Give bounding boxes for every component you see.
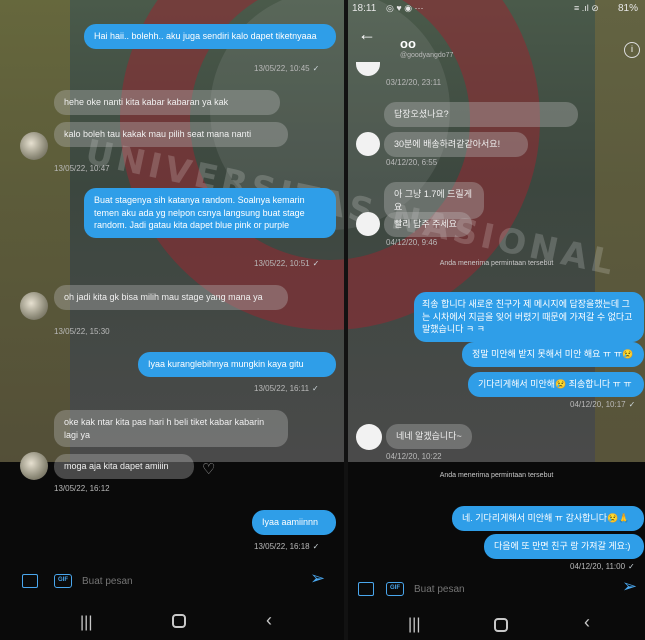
message-bubble[interactable]: hehe oke nanti kita kabar kabaran ya kak bbox=[54, 90, 280, 115]
read-check-icon: ✓ bbox=[312, 259, 320, 268]
message-text: oh jadi kita gk bisa milih mau stage yan… bbox=[64, 292, 263, 302]
message-text: moga aja kita dapet amiiin bbox=[64, 461, 169, 471]
back-icon[interactable]: ‹ bbox=[266, 610, 272, 631]
message-text: 30분에 배송하려같같아서요! bbox=[394, 139, 501, 149]
message-text: Buat stagenya sih katanya random. Soalny… bbox=[94, 195, 305, 231]
read-check-icon: ✓ bbox=[628, 400, 636, 409]
message-text: 다음에 또 만면 친구 랑 가져갈 게요:) bbox=[494, 541, 631, 551]
system-notice: Anda menerima permintaan tersebut bbox=[439, 472, 554, 479]
image-icon[interactable] bbox=[22, 574, 38, 588]
message-composer: GIF ➢ bbox=[348, 574, 645, 604]
message-text: oke kak ntar kita pas hari h beli tiket … bbox=[64, 417, 265, 440]
send-icon[interactable]: ➢ bbox=[622, 576, 637, 597]
message-bubble[interactable]: 정말 미안해 받지 못해서 미안 해요 ㅠ ㅠ😢 bbox=[462, 342, 644, 367]
battery-level: 81% bbox=[618, 3, 639, 14]
message-timestamp: 13/05/22, 15:30 bbox=[54, 327, 110, 336]
message-text: 네. 기다리게해서 미안해 ㅠ 감사합니다😢🙏 bbox=[462, 513, 630, 523]
chat-header: ← oo @goodyangdo77 i bbox=[348, 22, 645, 66]
gif-button[interactable]: GIF bbox=[386, 582, 404, 596]
message-input[interactable] bbox=[82, 570, 302, 592]
message-bubble[interactable]: Hai haii.. bolehh.. aku juga sendiri kal… bbox=[84, 24, 336, 49]
message-input[interactable] bbox=[414, 578, 594, 600]
message-text: 기다리게해서 미안해😢 죄송합니다 ㅠ ㅠ bbox=[478, 379, 632, 389]
read-check-icon: ✓ bbox=[312, 542, 320, 551]
image-icon[interactable] bbox=[358, 582, 374, 596]
message-timestamp: 04/12/20, 11:00 ✓ bbox=[570, 562, 635, 571]
message-timestamp: 04/12/20, 6:55 bbox=[386, 158, 438, 167]
message-timestamp: 04/12/20, 10:17 ✓ bbox=[570, 400, 636, 409]
read-check-icon: ✓ bbox=[312, 384, 319, 393]
recent-apps-icon[interactable]: ||| bbox=[80, 614, 92, 632]
read-check-icon: ✓ bbox=[312, 64, 320, 73]
message-text: 답장오셨나요? bbox=[394, 109, 449, 119]
message-text: 죄송 합니다 새로운 친구가 제 메시지에 답장을했는데 그는 시차에서 지금을… bbox=[422, 299, 633, 335]
contact-name[interactable]: oo bbox=[400, 36, 416, 51]
message-bubble[interactable]: Buat stagenya sih katanya random. Soalny… bbox=[84, 188, 336, 238]
back-icon[interactable]: ‹ bbox=[584, 612, 590, 633]
message-text: 빨리 답주 주세요 bbox=[394, 219, 457, 229]
message-bubble[interactable]: 네네 알겠습니다~ bbox=[386, 424, 472, 449]
message-text: 정말 미안해 받지 못해서 미안 해요 ㅠ ㅠ😢 bbox=[472, 349, 634, 359]
message-composer: GIF ➢ bbox=[12, 566, 340, 600]
gif-button[interactable]: GIF bbox=[54, 574, 72, 588]
avatar[interactable] bbox=[20, 132, 48, 160]
message-timestamp: 13/05/22, 10:45 ✓ bbox=[254, 64, 320, 73]
message-bubble[interactable]: 다음에 또 만면 친구 랑 가져갈 게요:) bbox=[484, 534, 644, 559]
notification-icons: ◎ ♥ ◉ ··· bbox=[386, 3, 424, 13]
contact-handle: @goodyangdo77 bbox=[400, 52, 454, 59]
message-bubble[interactable]: oh jadi kita gk bisa milih mau stage yan… bbox=[54, 285, 288, 310]
message-timestamp: 13/05/22, 16:11 ✓ bbox=[254, 384, 319, 393]
system-notice: Anda menerima permintaan tersebut bbox=[439, 260, 554, 267]
screenshot-divider bbox=[344, 0, 348, 640]
home-icon[interactable] bbox=[172, 614, 186, 628]
status-bar: 18:11 ◎ ♥ ◉ ··· ≡ .ıl ⊘ 81% bbox=[352, 2, 645, 18]
avatar[interactable] bbox=[356, 132, 380, 156]
message-text: hehe oke nanti kita kabar kabaran ya kak bbox=[64, 97, 229, 107]
message-bubble[interactable]: 30분에 배송하려같같아서요! bbox=[384, 132, 528, 157]
avatar[interactable] bbox=[356, 212, 380, 236]
message-bubble[interactable]: 빨리 답주 주세요 bbox=[384, 212, 472, 237]
home-icon[interactable] bbox=[494, 618, 508, 632]
read-check-icon: ✓ bbox=[628, 562, 635, 571]
message-text: Iyaa kuranglebihnya mungkin kaya gitu bbox=[148, 359, 304, 369]
avatar[interactable] bbox=[20, 452, 48, 480]
message-timestamp: 04/12/20, 9:46 bbox=[386, 238, 438, 247]
add-reaction-icon[interactable]: ♡ bbox=[202, 460, 215, 478]
message-bubble[interactable]: oke kak ntar kita pas hari h beli tiket … bbox=[54, 410, 288, 448]
message-text: Hai haii.. bolehh.. aku juga sendiri kal… bbox=[94, 31, 317, 41]
message-bubble[interactable]: 죄송 합니다 새로운 친구가 제 메시지에 답장을했는데 그는 시차에서 지금을… bbox=[414, 292, 644, 342]
message-bubble[interactable]: moga aja kita dapet amiiin bbox=[54, 454, 194, 479]
status-time: 18:11 bbox=[352, 3, 377, 14]
message-text: 아 그냥 1.7에 드릴게요 bbox=[394, 189, 472, 212]
message-bubble[interactable]: 네. 기다리게해서 미안해 ㅠ 감사합니다😢🙏 bbox=[452, 506, 644, 531]
message-timestamp: 13/05/22, 10:51 ✓ bbox=[254, 259, 320, 268]
message-text: 네네 알겠습니다~ bbox=[396, 431, 462, 441]
recent-apps-icon[interactable]: ||| bbox=[408, 616, 420, 634]
message-timestamp: 13/05/22, 16:18 ✓ bbox=[254, 542, 320, 551]
avatar[interactable] bbox=[356, 424, 382, 450]
message-text: kalo boleh tau kakak mau pilih seat mana… bbox=[64, 129, 252, 139]
message-bubble[interactable]: 기다리게해서 미안해😢 죄송합니다 ㅠ ㅠ bbox=[468, 372, 644, 397]
message-timestamp: 13/05/22, 10:47 bbox=[54, 164, 110, 173]
message-timestamp: 04/12/20, 10:22 bbox=[386, 452, 442, 461]
background-stripe-left bbox=[0, 0, 70, 462]
message-bubble[interactable]: kalo boleh tau kakak mau pilih seat mana… bbox=[54, 122, 288, 147]
message-bubble[interactable]: Iyaa kuranglebihnya mungkin kaya gitu bbox=[138, 352, 336, 377]
send-icon[interactable]: ➢ bbox=[310, 568, 325, 589]
message-bubble[interactable]: 답장오셨나요? bbox=[384, 102, 578, 127]
avatar[interactable] bbox=[20, 292, 48, 320]
info-icon[interactable]: i bbox=[624, 42, 640, 58]
message-timestamp: 13/05/22, 16:12 bbox=[54, 484, 110, 493]
message-bubble[interactable]: Iyaa aamiinnn bbox=[252, 510, 336, 535]
back-arrow-icon[interactable]: ← bbox=[358, 24, 376, 45]
message-text: Iyaa aamiinnn bbox=[262, 517, 319, 527]
signal-icon: ≡ .ıl ⊘ bbox=[574, 3, 599, 13]
message-timestamp: 03/12/20, 23:11 bbox=[386, 78, 442, 87]
